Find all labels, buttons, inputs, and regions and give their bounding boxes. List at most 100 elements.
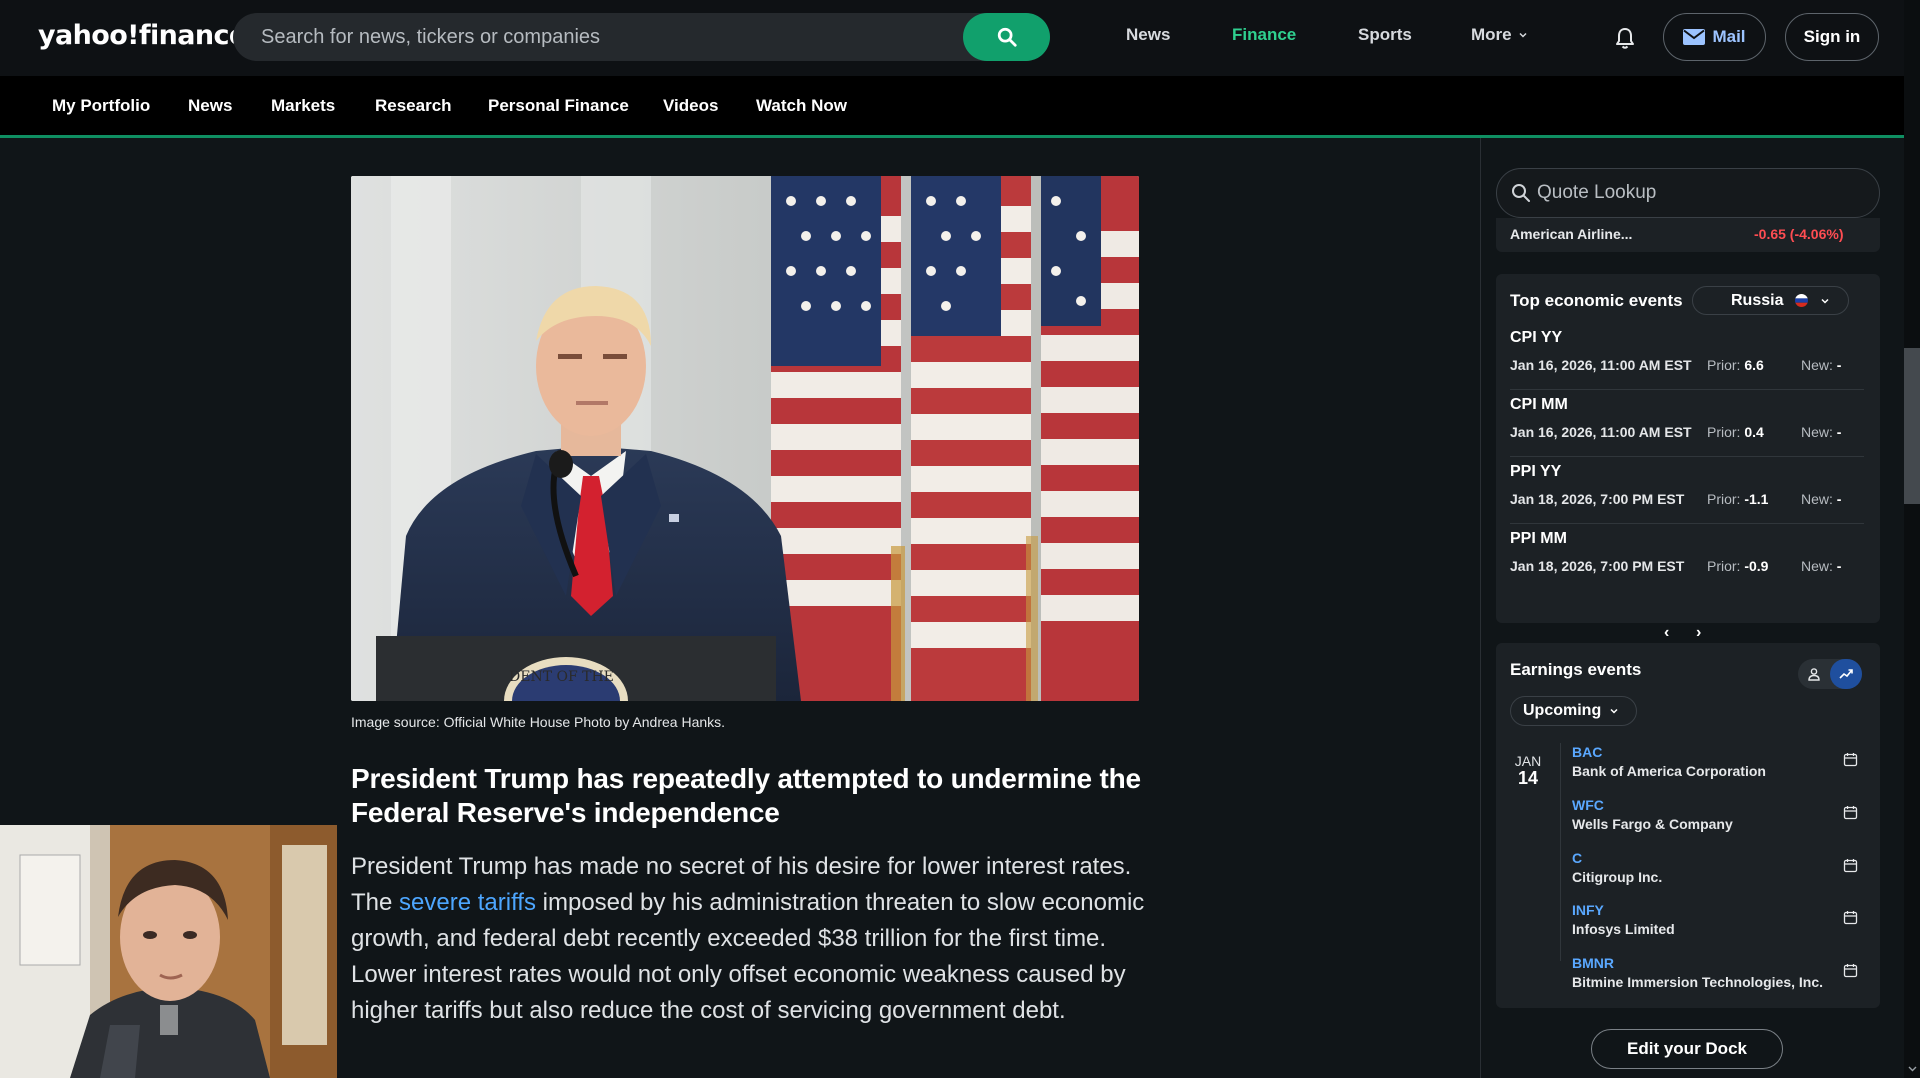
economic-event-row[interactable]: PPI YY Jan 18, 2026, 7:00 PM EST Prior: … xyxy=(1510,457,1864,524)
event-date: Jan 18, 2026, 7:00 PM EST xyxy=(1510,491,1685,507)
nav-finance[interactable]: Finance xyxy=(1232,25,1296,45)
page-scrollbar[interactable] xyxy=(1904,0,1920,1078)
event-date: Jan 18, 2026, 7:00 PM EST xyxy=(1510,558,1685,574)
event-date: Jan 16, 2026, 11:00 AM EST xyxy=(1510,357,1692,373)
search-icon xyxy=(1512,184,1530,202)
sign-in-button[interactable]: Sign in xyxy=(1785,13,1879,61)
chevron-down-icon xyxy=(1610,708,1618,714)
subnav-news[interactable]: News xyxy=(188,96,232,116)
earnings-filter-dropdown[interactable]: Upcoming xyxy=(1510,696,1637,726)
top-header: yahoo!finance News Finance Sports More xyxy=(0,0,1904,76)
add-to-calendar-icon[interactable] xyxy=(1843,752,1858,767)
event-name: PPI MM xyxy=(1510,530,1567,547)
subnav-personal-finance[interactable]: Personal Finance xyxy=(488,96,629,116)
nav-more[interactable]: More xyxy=(1471,25,1528,45)
new-label: New: xyxy=(1801,558,1833,574)
prior-value: 0.4 xyxy=(1744,424,1764,440)
add-to-calendar-icon[interactable] xyxy=(1843,858,1858,873)
mail-button[interactable]: Mail xyxy=(1663,13,1766,61)
earnings-symbol: C xyxy=(1572,850,1583,866)
earnings-item[interactable]: BAC Bank of America Corporation xyxy=(1572,744,1866,794)
earnings-company: Bank of America Corporation xyxy=(1572,763,1766,779)
image-caption: Image source: Official White House Photo… xyxy=(351,714,726,730)
add-to-calendar-icon[interactable] xyxy=(1843,910,1858,925)
prior-label: Prior: xyxy=(1707,357,1741,373)
economic-event-row[interactable]: PPI MM Jan 18, 2026, 7:00 PM EST Prior: … xyxy=(1510,524,1864,591)
prev-page-button[interactable]: ‹ xyxy=(1664,624,1669,642)
economic-event-row[interactable]: CPI MM Jan 16, 2026, 11:00 AM EST Prior:… xyxy=(1510,390,1864,457)
earnings-view-toggle xyxy=(1798,659,1862,689)
earnings-symbol: BAC xyxy=(1572,744,1603,760)
economic-events-card: Top economic events Russia CPI YY Jan 16… xyxy=(1496,274,1880,641)
new-value: - xyxy=(1836,424,1842,440)
earnings-symbol: BMNR xyxy=(1572,955,1614,971)
event-date: Jan 16, 2026, 11:00 AM EST xyxy=(1510,424,1692,440)
event-new: New: - xyxy=(1801,424,1841,440)
nav-more-label: More xyxy=(1471,25,1512,44)
new-label: New: xyxy=(1801,491,1833,507)
ticker-name: American Airline... xyxy=(1510,226,1633,242)
next-page-button[interactable]: › xyxy=(1696,624,1701,642)
earnings-company: Wells Fargo & Company xyxy=(1572,816,1733,832)
new-value: - xyxy=(1836,558,1842,574)
subnav-videos[interactable]: Videos xyxy=(663,96,718,116)
new-label: New: xyxy=(1801,357,1833,373)
subnav-watch-now[interactable]: Watch Now xyxy=(756,96,847,116)
add-to-calendar-icon[interactable] xyxy=(1843,805,1858,820)
event-name: CPI YY xyxy=(1510,329,1563,346)
earnings-item[interactable]: BMNR Bitmine Immersion Technologies, Inc… xyxy=(1572,955,1866,1005)
event-name: CPI MM xyxy=(1510,396,1568,413)
event-name: PPI YY xyxy=(1510,463,1562,480)
chevron-down-icon xyxy=(1519,32,1527,38)
subnav-research[interactable]: Research xyxy=(375,96,452,116)
article-hero-image: DENT OF THE xyxy=(351,176,1139,701)
severe-tariffs-link[interactable]: severe tariffs xyxy=(399,889,536,916)
earnings-company: Bitmine Immersion Technologies, Inc. xyxy=(1572,974,1824,990)
finance-subnav: My Portfolio News Markets Research Perso… xyxy=(0,76,1904,138)
trending-toggle[interactable] xyxy=(1830,659,1862,689)
notifications-button[interactable] xyxy=(1614,26,1636,55)
trending-icon xyxy=(1839,669,1853,679)
earnings-date: JAN 14 xyxy=(1510,753,1546,787)
earnings-events-title: Earnings events xyxy=(1510,660,1642,679)
search-bar xyxy=(233,13,1050,61)
event-new: New: - xyxy=(1801,491,1841,507)
event-prior: Prior: 6.6 xyxy=(1707,357,1764,373)
quote-lookup-input[interactable] xyxy=(1537,169,1867,217)
yahoo-finance-logo[interactable]: yahoo!finance xyxy=(38,20,247,51)
earnings-item[interactable]: C Citigroup Inc. xyxy=(1572,850,1866,900)
article-paragraph: President Trump has made no secret of hi… xyxy=(351,849,1151,1029)
ticker-row[interactable]: American Airline... -0.65 (-4.06%) xyxy=(1496,218,1880,252)
article-subheadline: President Trump has repeatedly attempted… xyxy=(351,763,1141,828)
search-input[interactable] xyxy=(261,13,961,61)
event-prior: Prior: -0.9 xyxy=(1707,558,1768,574)
event-new: New: - xyxy=(1801,558,1841,574)
earnings-item[interactable]: INFY Infosys Limited xyxy=(1572,902,1866,952)
webcam-overlay xyxy=(0,825,337,1078)
nav-news[interactable]: News xyxy=(1126,25,1170,45)
earnings-filter-label: Upcoming xyxy=(1523,702,1602,719)
prior-value: -0.9 xyxy=(1744,558,1769,574)
country-selector[interactable]: Russia xyxy=(1692,286,1849,315)
scrollbar-thumb[interactable] xyxy=(1904,348,1920,504)
nav-sports[interactable]: Sports xyxy=(1358,25,1412,45)
earnings-item[interactable]: WFC Wells Fargo & Company xyxy=(1572,797,1866,847)
scroll-down-arrow-icon[interactable] xyxy=(1908,1064,1917,1073)
event-prior: Prior: -1.1 xyxy=(1707,491,1768,507)
economic-event-row[interactable]: CPI YY Jan 16, 2026, 11:00 AM EST Prior:… xyxy=(1510,323,1864,390)
new-value: - xyxy=(1836,357,1842,373)
search-button[interactable] xyxy=(963,13,1050,61)
earnings-events-card: Earnings events Upcoming JAN 14 BAC Bank… xyxy=(1496,643,1880,1008)
subnav-my-portfolio[interactable]: My Portfolio xyxy=(52,96,150,116)
edit-dock-button[interactable]: Edit your Dock xyxy=(1591,1029,1783,1069)
prior-label: Prior: xyxy=(1707,558,1741,574)
add-to-calendar-icon[interactable] xyxy=(1843,963,1858,978)
earnings-company: Infosys Limited xyxy=(1572,921,1675,937)
earnings-date-day: 14 xyxy=(1517,768,1539,788)
mail-icon xyxy=(1683,29,1706,45)
person-icon xyxy=(1808,668,1820,681)
search-icon xyxy=(997,27,1017,47)
russia-flag-icon xyxy=(1795,294,1809,307)
my-portfolio-toggle[interactable] xyxy=(1798,659,1830,689)
subnav-markets[interactable]: Markets xyxy=(271,96,335,116)
